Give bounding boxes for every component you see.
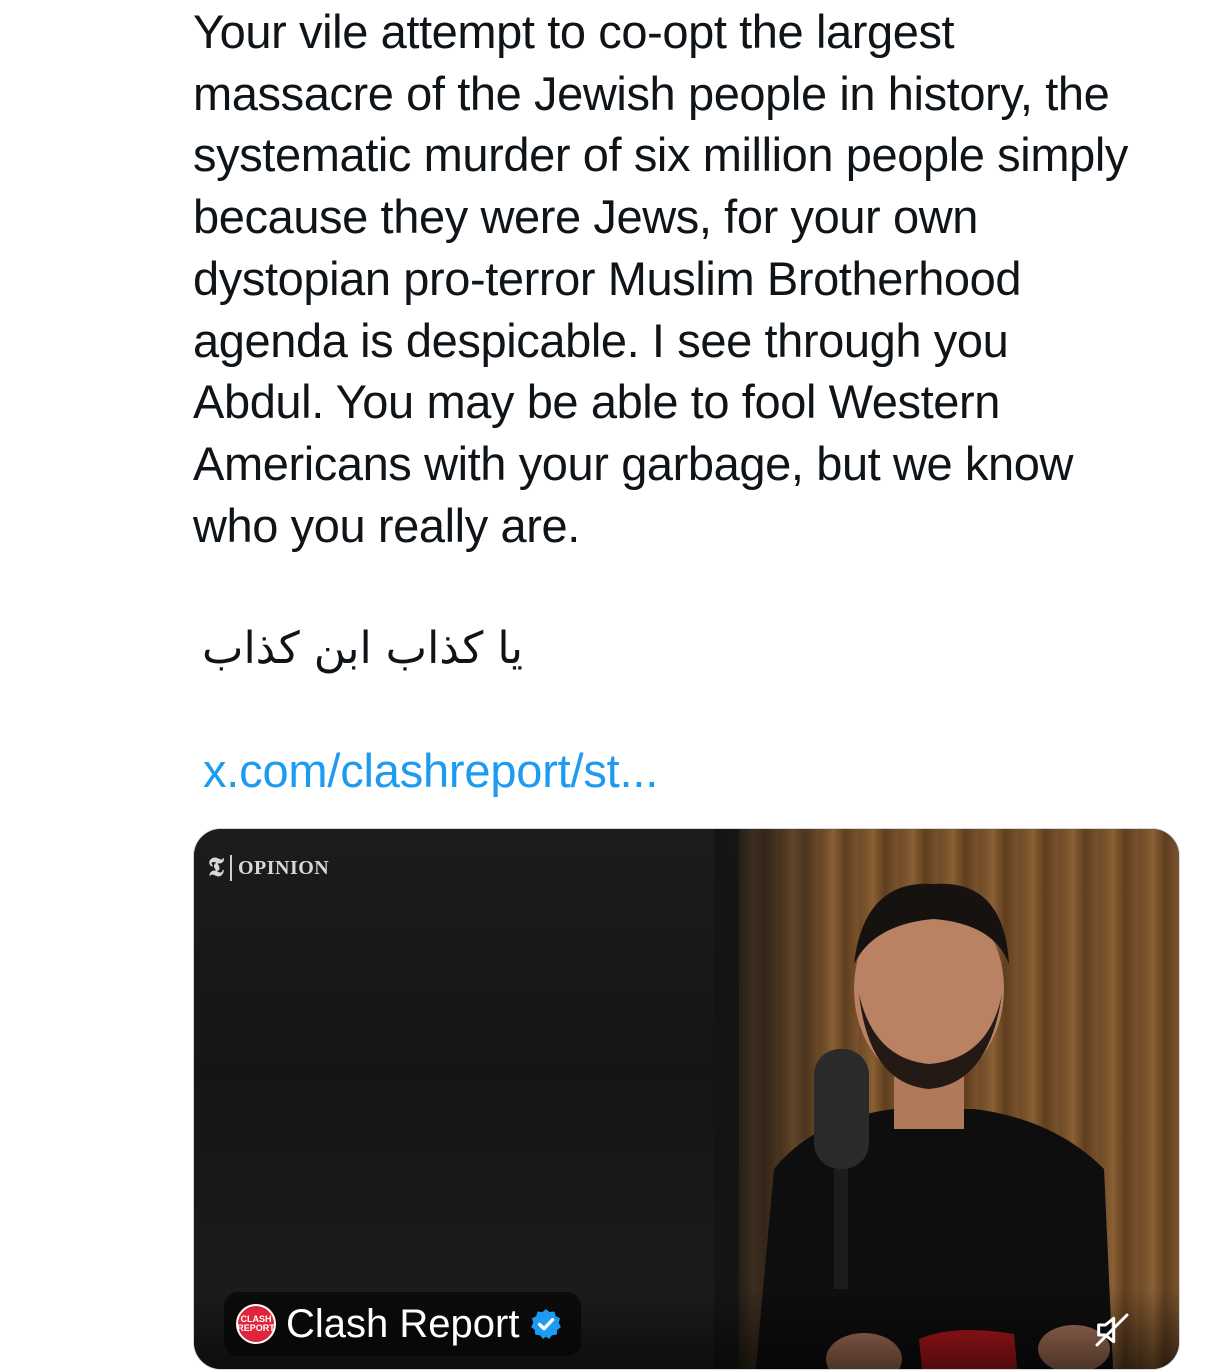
speaker-muted-icon [1095,1313,1129,1347]
tweet-arabic-text: يا كذاب ابن كذاب [202,623,523,674]
badge-divider [229,855,232,881]
source-attribution[interactable]: CLASH REPORT Clash Report [224,1292,582,1356]
video-player[interactable]: 𝕿 OPINION CLASH REPORT Clash Report [193,828,1180,1370]
tweet-text: Your vile attempt to co-opt the largest … [193,5,1128,552]
source-avatar: CLASH REPORT [236,1304,276,1344]
video-background-dark [194,829,754,1369]
nyt-opinion-badge: 𝕿 OPINION [208,855,329,881]
tweet-link[interactable]: x.com/clashreport/st... [203,740,658,802]
nyt-logo-icon: 𝕿 [208,853,224,882]
verified-badge-icon [531,1309,562,1339]
mute-button[interactable] [1089,1307,1135,1353]
source-name[interactable]: Clash Report [286,1300,519,1348]
opinion-label: OPINION [237,856,330,879]
video-frame[interactable]: 𝕿 OPINION CLASH REPORT Clash Report [194,829,1179,1369]
